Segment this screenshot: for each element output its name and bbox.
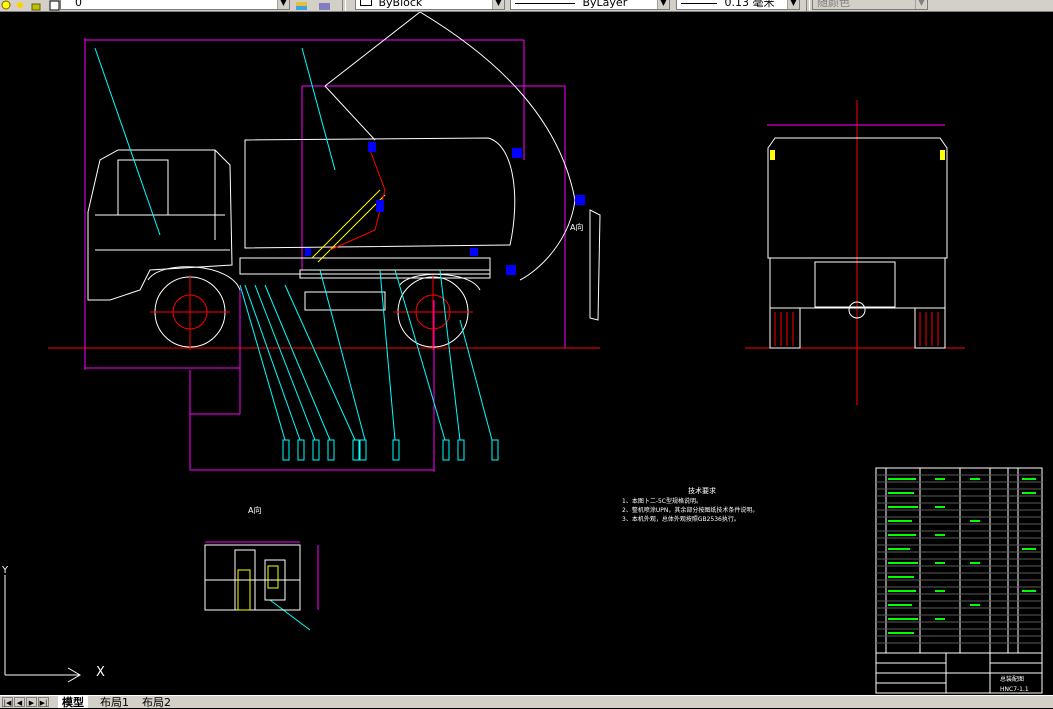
layers-icon[interactable]	[295, 0, 309, 10]
detail-bolt	[237, 565, 279, 611]
ucs-x-label: X	[96, 665, 105, 680]
rear-wheel	[393, 275, 473, 350]
tech-note-1: 1、本图卜二-5C型规格说明。	[622, 498, 702, 505]
tech-requirements-title: 技术要求	[688, 487, 716, 495]
prev-tab-icon[interactable]: ◀	[14, 697, 25, 707]
hydraulic-arm	[311, 189, 386, 263]
truck-body	[147, 137, 516, 311]
tech-note-2: 2、整机喷涂UPN，其余部分按图纸技术条件说明。	[622, 507, 759, 514]
sun-icon[interactable]	[14, 0, 28, 9]
next-tab-icon[interactable]: ▶	[26, 697, 37, 707]
lineweight-value: 0.13 毫米	[724, 0, 775, 9]
drawing-canvas[interactable]	[0, 12, 1053, 695]
plotstyle-value: 随颜色	[817, 0, 850, 9]
detail-view-a	[204, 544, 301, 611]
lineweight-dropdown[interactable]: 0.13 毫米 ▼	[676, 0, 800, 10]
linetype-bylayer-value: ByLayer	[582, 0, 628, 9]
parts-list-rows	[876, 474, 1042, 644]
color-swatch	[360, 0, 372, 6]
balloon-labels	[282, 439, 499, 461]
dimension-lines	[84, 38, 945, 472]
lock-icon[interactable]	[30, 0, 44, 11]
first-tab-icon[interactable]: |◀	[2, 697, 13, 707]
line-preview	[515, 2, 575, 4]
linetype-dropdown[interactable]: ByBlock ▼	[355, 0, 505, 10]
detail-dimensions	[205, 541, 319, 610]
light-bulb-icon[interactable]	[0, 0, 14, 10]
tab-layout2[interactable]: 布局2	[138, 696, 175, 709]
blue-joints	[305, 142, 585, 275]
parts-list-text	[888, 478, 1036, 634]
linetype-bylayer-dropdown[interactable]: ByLayer ▼	[510, 0, 670, 10]
plotstyle-dropdown[interactable]: 随颜色 ▼	[812, 0, 928, 10]
line-preview	[681, 2, 717, 4]
title-block-code: HNC7-1.1	[1000, 686, 1029, 693]
chevron-down-icon[interactable]: ▼	[277, 0, 289, 9]
linetype-value: ByBlock	[378, 0, 423, 9]
last-tab-icon[interactable]: ▶|	[38, 697, 49, 707]
chevron-down-icon[interactable]: ▼	[915, 0, 927, 9]
toolbar-separator	[342, 0, 346, 11]
layer-value: 0	[75, 0, 82, 9]
tab-model[interactable]: 模型	[58, 696, 88, 709]
tech-note-3: 3、本机外观，总体外观按照GB2536执行。	[622, 516, 740, 523]
chevron-down-icon[interactable]: ▼	[787, 0, 799, 9]
properties-toolbar: 0 ▼ ByBlock ▼ ByLayer ▼ 0.13 毫米 ▼ 随颜色 ▼	[0, 0, 1053, 12]
layer-dropdown[interactable]: 0 ▼	[60, 0, 290, 10]
leader-lines	[94, 47, 493, 631]
ucs-y-label: Y	[2, 565, 9, 576]
layer-previous-icon[interactable]	[318, 0, 332, 10]
title-block-name: 总装配图	[1000, 676, 1025, 683]
section-a-label: A向	[248, 506, 262, 515]
chevron-down-icon[interactable]: ▼	[492, 0, 504, 9]
truck-cab	[87, 149, 233, 301]
front-wheel	[150, 275, 230, 350]
section-a-marker: A向	[570, 223, 584, 232]
tab-layout1[interactable]: 布局1	[96, 696, 133, 709]
toolbar-separator	[806, 0, 810, 11]
layout-tab-bar: |◀ ◀ ▶ ▶| 模型 布局1 布局2	[0, 695, 1053, 709]
chevron-down-icon[interactable]: ▼	[657, 0, 669, 9]
ucs-icon	[4, 575, 81, 683]
